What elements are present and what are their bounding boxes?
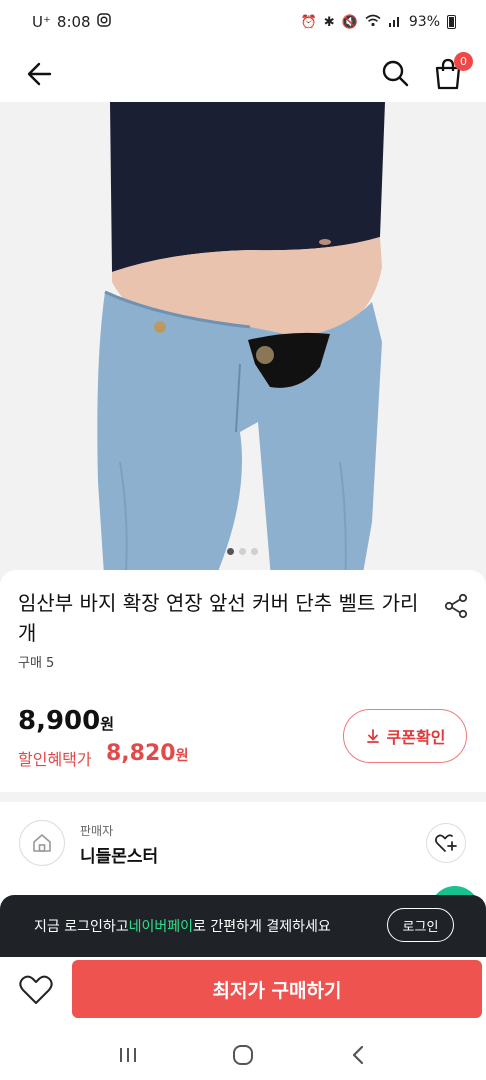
instagram-icon — [96, 13, 111, 31]
price-value: 8,900 — [18, 706, 101, 736]
cart-count-badge: 0 — [454, 52, 473, 71]
search-button[interactable] — [378, 56, 412, 90]
status-bar: U⁺ 8:08 ⏰ ✱ 🔇 93% — [0, 0, 486, 44]
carrier-label: U⁺ — [32, 13, 51, 31]
heart-icon — [19, 975, 53, 1004]
recent-apps-button[interactable] — [114, 1041, 142, 1069]
heart-plus-icon — [435, 834, 457, 852]
seller-follow-button[interactable] — [426, 823, 466, 863]
banner-highlight: 네이버페이 — [128, 919, 194, 935]
share-button[interactable] — [442, 592, 470, 620]
product-price: 8,900원 — [18, 706, 114, 736]
pagination-dot-active[interactable] — [227, 548, 234, 555]
wifi-icon — [365, 14, 381, 31]
home-icon — [232, 1045, 253, 1065]
chevron-left-icon — [353, 1045, 364, 1065]
battery-icon — [447, 15, 456, 29]
price-unit: 원 — [100, 715, 115, 733]
search-icon — [382, 60, 409, 87]
wishlist-button[interactable] — [16, 970, 56, 1010]
share-icon — [444, 593, 468, 619]
pagination-dot[interactable] — [251, 548, 258, 555]
alarm-icon: ⏰ — [300, 14, 317, 30]
top-app-bar — [0, 44, 486, 102]
coupon-label: 쿠폰확인 — [386, 728, 446, 747]
signal-icon — [388, 14, 402, 31]
product-title: 임산부 바지 확장 연장 앞선 커버 단추 벨트 가리개 — [18, 591, 419, 645]
discount-price: 8,820원 — [106, 741, 188, 766]
gallery-pagination — [227, 548, 258, 555]
section-divider — [0, 792, 486, 802]
home-button[interactable] — [229, 1041, 257, 1069]
store-icon — [33, 834, 51, 852]
bluetooth-icon: ✱ — [323, 14, 335, 30]
pagination-dot[interactable] — [239, 548, 246, 555]
coupon-check-button[interactable]: 쿠폰확인 — [343, 709, 467, 763]
banner-text-after: 로 간편하게 결제하세요 — [193, 919, 331, 935]
clock: 8:08 — [56, 13, 91, 31]
mute-icon: 🔇 — [341, 14, 358, 30]
discount-label: 할인혜택가 — [18, 750, 92, 769]
product-image[interactable] — [0, 102, 486, 590]
seller-name[interactable]: 니들몬스터 — [80, 842, 158, 867]
back-nav-button[interactable] — [344, 1041, 372, 1069]
system-nav-bar — [0, 1030, 486, 1080]
seller-caption: 판매자 — [80, 824, 114, 838]
buy-lowest-price-button[interactable]: 최저가 구매하기 — [72, 960, 482, 1018]
download-icon — [366, 729, 379, 743]
banner-text-before: 지금 로그인하고 — [34, 919, 129, 935]
login-button[interactable]: 로그인 — [387, 908, 454, 942]
purchase-count: 구매 5 — [18, 656, 55, 671]
battery-percent: 93% — [408, 14, 440, 30]
recent-apps-icon — [119, 1048, 136, 1062]
seller-avatar[interactable] — [19, 820, 65, 866]
arrow-left-icon — [27, 62, 52, 86]
back-button[interactable] — [22, 56, 58, 92]
discount-price-value: 8,820 — [106, 741, 176, 766]
discount-price-unit: 원 — [175, 748, 189, 764]
